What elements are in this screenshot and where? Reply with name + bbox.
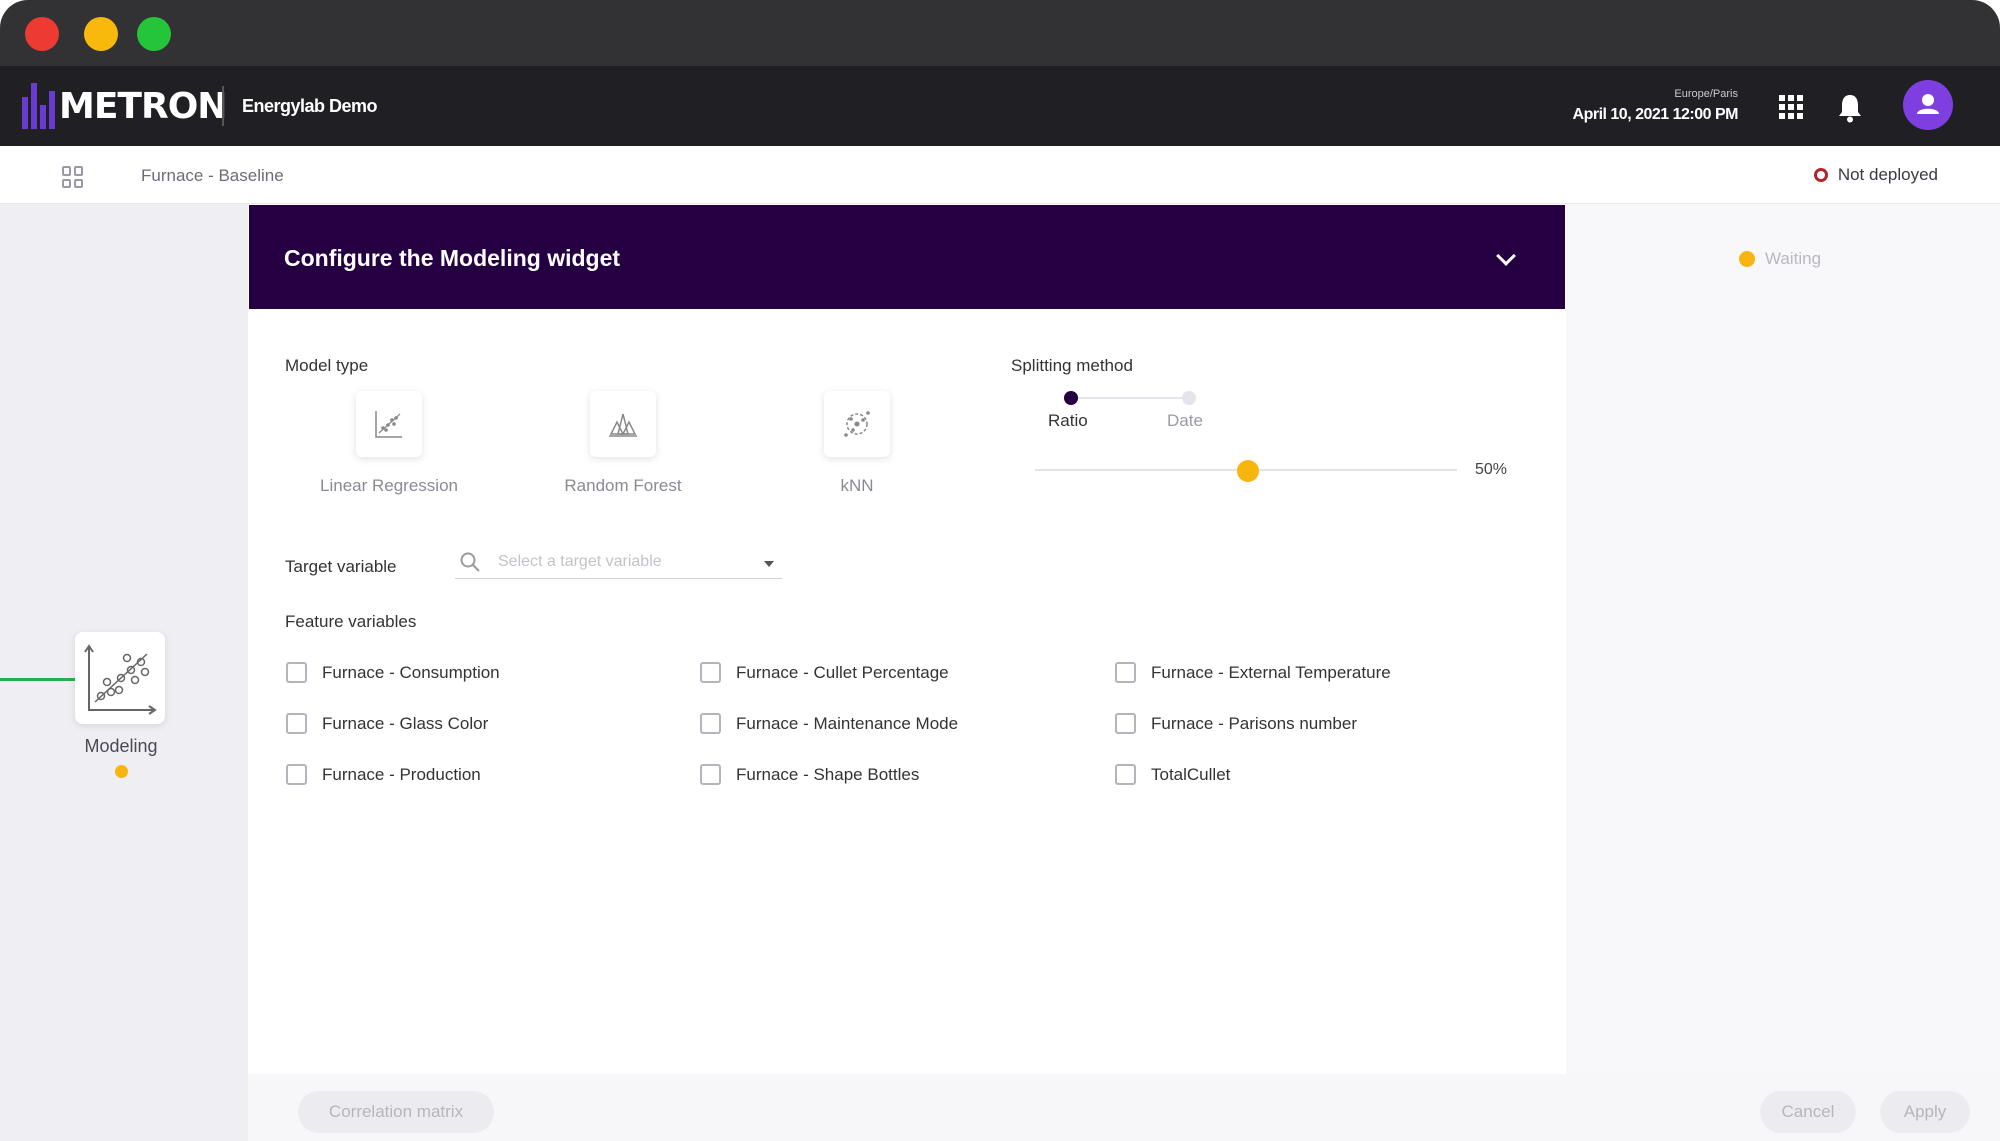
model-card-random-forest[interactable] [590,391,656,457]
random-forest-icon [609,413,637,437]
feature-label: Furnace - Maintenance Mode [736,713,959,733]
maximize-window-button[interactable] [137,17,171,51]
run-status: Waiting [1739,249,1821,269]
notification-bell-icon[interactable] [1837,93,1863,123]
feature-variables-label: Feature variables [285,612,417,631]
checkbox[interactable] [1115,713,1136,734]
flow-canvas: Modeling [0,204,248,1141]
logo-text: METRON [59,85,227,127]
breadcrumb[interactable]: Furnace - Baseline [141,166,284,186]
run-status-area: Waiting [1566,204,2000,1074]
panel-title: Configure the Modeling widget [284,245,621,271]
knn-icon [844,411,870,437]
checkbox[interactable] [1115,662,1136,683]
model-card-linear-regression[interactable] [356,391,422,457]
feature-label: Furnace - Production [322,764,481,784]
feature-label: Furnace - Cullet Percentage [736,662,949,682]
feature-label: Furnace - Consumption [322,662,500,682]
feature-checkbox-row[interactable]: TotalCullet [1115,764,1230,785]
dashboard-icon[interactable] [62,166,84,188]
feature-label: Furnace - External Temperature [1151,662,1391,682]
feature-label: Furnace - Shape Bottles [736,764,920,784]
feature-label: TotalCullet [1151,764,1231,784]
user-avatar[interactable] [1903,80,1953,130]
checkbox[interactable] [1115,764,1136,785]
correlation-matrix-button[interactable]: Correlation matrix [298,1091,494,1133]
panel-header[interactable]: Configure the Modeling widget [249,205,1565,309]
model-name-knn: kNN [840,476,874,495]
app-header: METRON Energylab Demo Europe/Paris April… [0,66,2000,146]
feature-checkbox-row[interactable]: Furnace - Glass Color [286,713,488,734]
logo-mark-icon [22,83,55,129]
deploy-status: Not deployed [1813,165,1938,185]
user-icon [1917,94,1939,114]
feature-label: Furnace - Parisons number [1151,713,1357,733]
search-icon [460,552,480,572]
checkbox[interactable] [700,713,721,734]
scatter-plot-icon [84,644,157,715]
ratio-slider-handle[interactable] [1237,460,1259,482]
close-window-button[interactable] [25,17,59,51]
ratio-slider-value: 50% [1475,461,1508,478]
target-variable-label: Target variable [285,557,397,576]
workspace-name[interactable]: Energylab Demo [242,96,378,117]
checkbox[interactable] [286,713,307,734]
deploy-status-text: Not deployed [1837,165,1938,184]
split-option-date-dot[interactable] [1182,391,1196,405]
flow-connector [0,678,75,681]
current-datetime[interactable]: April 10, 2021 12:00 PM [1573,106,1739,124]
model-name-linear-regression: Linear Regression [320,476,458,495]
sub-header: Furnace - Baseline Not deployed [0,146,2000,204]
split-option-date[interactable]: Date [1167,411,1203,431]
window-titlebar [0,0,2000,66]
feature-checkbox-row[interactable]: Furnace - Production [286,764,481,785]
split-option-ratio-dot[interactable] [1064,391,1078,405]
feature-checkbox-row[interactable]: Furnace - Maintenance Mode [700,713,958,734]
panel-footer: Correlation matrix Cancel Apply [248,1074,2000,1141]
feature-label: Furnace - Glass Color [322,713,489,733]
run-status-text: Waiting [1765,249,1822,268]
app-window: METRON Energylab Demo Europe/Paris April… [0,0,2000,1141]
modeling-config-panel: Configure the Modeling widget Model type… [248,204,1566,1074]
node-status-dot [115,765,128,778]
dropdown-caret-icon [764,561,774,567]
minimize-window-button[interactable] [84,17,118,51]
feature-checkbox-row[interactable]: Furnace - Cullet Percentage [700,662,949,683]
model-card-knn[interactable] [824,391,890,457]
node-label: Modeling [84,736,158,756]
waiting-dot-icon [1739,251,1755,267]
apps-grid-icon[interactable] [1779,95,1803,119]
apply-button[interactable]: Apply [1880,1091,1970,1133]
model-type-label: Model type [285,356,369,375]
linear-regression-icon [375,411,402,438]
timezone-label: Europe/Paris [1674,88,1738,100]
checkbox[interactable] [286,764,307,785]
chevron-down-icon[interactable] [1496,246,1516,266]
status-ring-icon [1813,168,1828,182]
checkbox[interactable] [286,662,307,683]
modeling-node[interactable] [75,632,165,724]
feature-checkbox-row[interactable]: Furnace - Shape Bottles [700,764,919,785]
checkbox[interactable] [700,662,721,683]
cancel-button[interactable]: Cancel [1760,1091,1856,1133]
split-method-track [1070,397,1188,399]
target-variable-placeholder: Select a target variable [498,553,662,570]
feature-checkbox-row[interactable]: Furnace - External Temperature [1115,662,1391,683]
logo[interactable]: METRON [22,80,227,132]
splitting-method-label: Splitting method [1011,356,1133,375]
target-variable-select[interactable]: Select a target variable [455,549,782,579]
header-divider [222,86,224,126]
split-option-ratio[interactable]: Ratio [1048,411,1088,431]
feature-checkbox-row[interactable]: Furnace - Parisons number [1115,713,1357,734]
checkbox[interactable] [700,764,721,785]
feature-checkbox-row[interactable]: Furnace - Consumption [286,662,500,683]
model-name-random-forest: Random Forest [564,476,682,495]
